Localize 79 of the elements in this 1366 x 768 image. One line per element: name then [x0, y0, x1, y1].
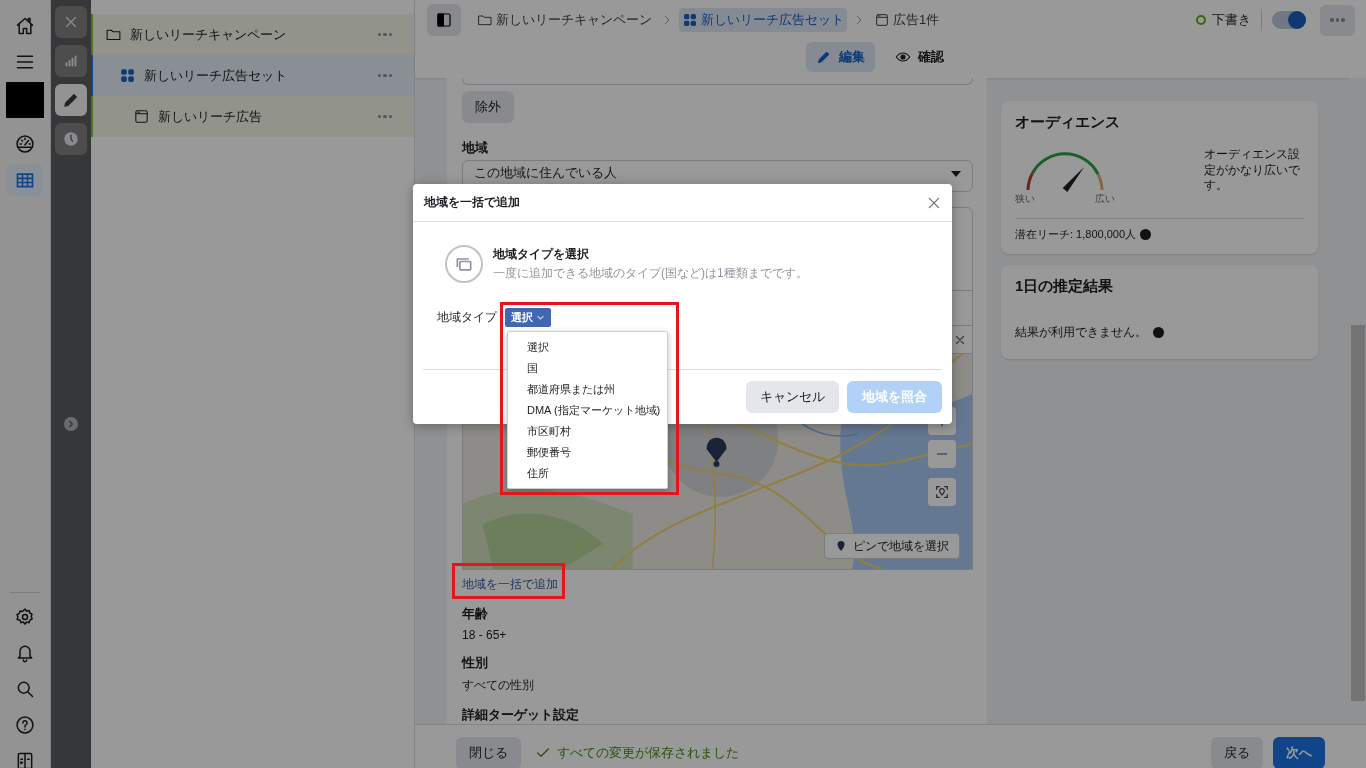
potential-reach: 潜在リーチ: 1,800,000人 [1015, 227, 1137, 242]
close-button[interactable]: 閉じる [456, 737, 521, 768]
home-icon [15, 16, 35, 36]
gauge-icon [15, 134, 35, 154]
tool-button[interactable] [55, 45, 87, 77]
dropdown-option[interactable]: 選択 [508, 337, 667, 358]
input-field[interactable] [462, 78, 973, 85]
settings-icon [15, 607, 35, 627]
chevron-down-icon [536, 313, 545, 322]
audience-description: オーディエンス設定がかなり広いです。 [1204, 147, 1301, 195]
ad-frame-icon [874, 12, 890, 28]
sidebar-icon [436, 12, 452, 28]
sidebar-toggle-button[interactable] [427, 4, 461, 36]
view-tab[interactable]: 編集 [806, 42, 875, 72]
dropdown-option[interactable]: 市区町村 [508, 421, 667, 442]
dropdown-option[interactable]: 都道府県または州 [508, 379, 667, 400]
field-label: 地域 [462, 139, 489, 157]
card-title: オーディエンス [1015, 113, 1121, 132]
grid-icon [119, 67, 136, 84]
gauge-label: 狭い [1015, 192, 1035, 206]
search-icon [15, 679, 35, 699]
eye-icon [895, 49, 911, 65]
location-type-select[interactable]: 選択 [505, 308, 551, 327]
card-title: 1日の推定結果 [1015, 277, 1115, 296]
field-label: 地域タイプ [437, 309, 497, 326]
more-button[interactable] [1320, 4, 1355, 36]
age-value: 18 - 65+ [462, 628, 508, 642]
dropdown-option[interactable]: 住所 [508, 463, 667, 484]
table-icon [15, 170, 35, 190]
help-icon [15, 715, 35, 735]
more-icon[interactable] [377, 32, 392, 37]
status-label: 下書き [1212, 11, 1251, 29]
bulk-add-link[interactable]: 地域を一括で追加 [462, 576, 558, 593]
back-button[interactable]: 戻る [1211, 737, 1263, 768]
toggle-switch[interactable] [1272, 11, 1306, 29]
breadcrumb-link[interactable]: 広告1件 [871, 8, 943, 32]
gauge-label: 広い [1095, 192, 1115, 206]
tool-button[interactable] [55, 123, 87, 155]
info-icon[interactable] [1153, 327, 1164, 338]
locate-button[interactable] [928, 478, 956, 506]
tool-button[interactable] [55, 84, 87, 116]
estimate-message: 結果が利用できません。 [1015, 324, 1147, 341]
dropdown-option[interactable]: DMA (指定マーケット地域) [508, 400, 667, 421]
field-label: 年齢 [462, 605, 489, 623]
locate-icon [934, 484, 950, 500]
tree-item[interactable]: 新しいリーチキャンペーン [91, 14, 414, 55]
next-button[interactable]: 次へ [1273, 737, 1325, 768]
grid-icon [682, 12, 698, 28]
pin-select-button[interactable]: ピンで地域を選択 [824, 533, 960, 559]
pencil-icon [816, 49, 832, 65]
cancel-button[interactable]: キャンセル [746, 381, 839, 413]
tree-item[interactable]: 新しいリーチ広告 [91, 96, 414, 137]
field-label: 詳細ターゲット設定 [462, 706, 580, 724]
dialog-title: 地域を一括で追加 [424, 194, 520, 211]
info-icon[interactable] [1140, 229, 1152, 240]
more-icon[interactable] [377, 114, 392, 119]
pencil-icon [62, 91, 80, 109]
pin-icon [835, 540, 847, 552]
folder-icon [477, 12, 493, 28]
bell-icon [15, 643, 35, 663]
gender-value: すべての性別 [462, 677, 535, 694]
dialog-heading: 地域タイプを選択 [493, 246, 590, 263]
field-label: 性別 [462, 654, 489, 672]
dialog-subtext: 一度に追加できる地域のタイプ(国など)は1種類までです。 [493, 265, 808, 282]
rail-button[interactable] [7, 164, 43, 196]
clock-icon [62, 130, 80, 148]
ad-frame-icon [133, 108, 150, 125]
clear-icon [954, 333, 966, 346]
view-tab[interactable]: 確認 [885, 42, 954, 72]
exclude-button[interactable]: 除外 [462, 91, 514, 123]
save-status: すべての変更が保存されました [557, 744, 739, 762]
menu-icon [15, 52, 35, 72]
chevron-right-icon [66, 419, 76, 429]
breadcrumb-link[interactable]: 新しいリーチキャンペーン [474, 8, 655, 32]
dropdown-option[interactable]: 国 [508, 358, 667, 379]
breadcrumb-link[interactable]: 新しいリーチ広告セット [679, 8, 847, 32]
tree-item[interactable]: 新しいリーチ広告セット [91, 55, 414, 96]
panel-toggle-icon [15, 751, 35, 768]
dropdown-option[interactable]: 郵便番号 [508, 442, 667, 463]
